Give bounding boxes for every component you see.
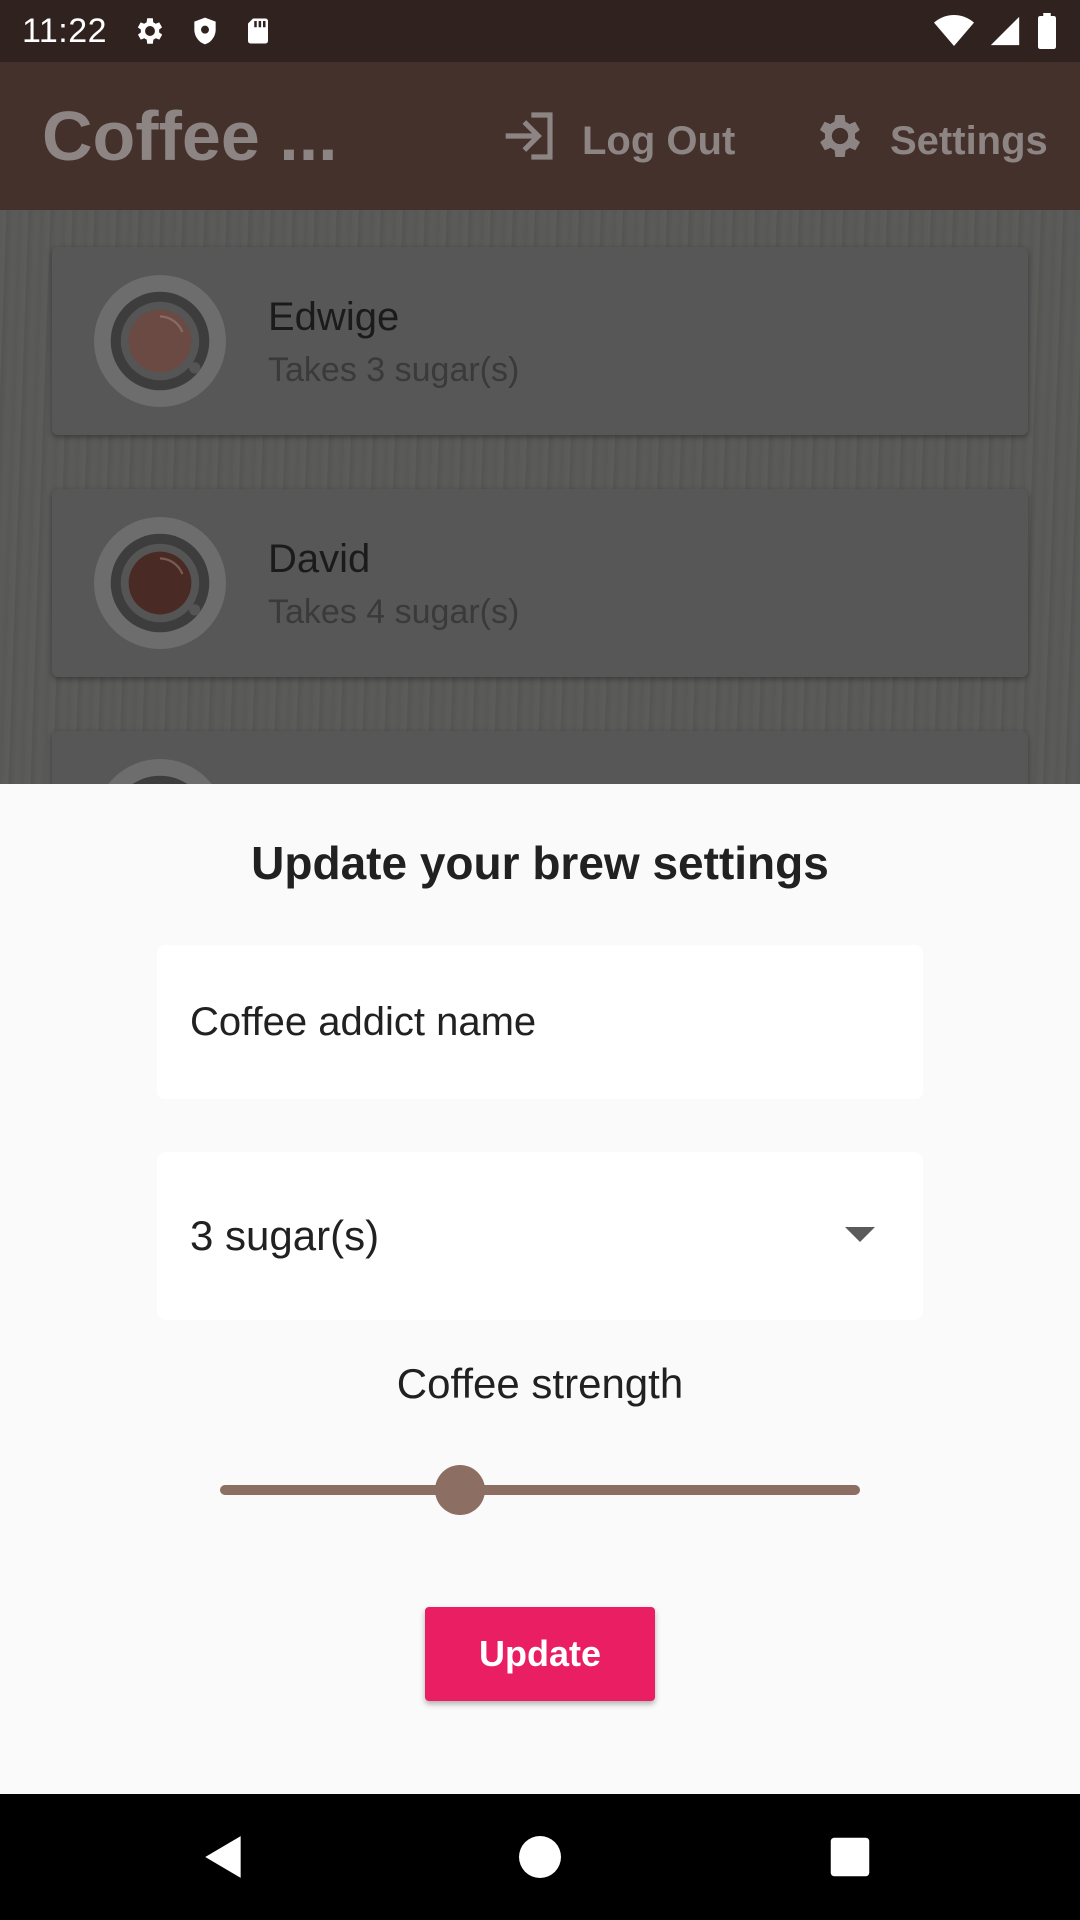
navigation-bar xyxy=(0,1794,1080,1920)
settings-gear-icon xyxy=(812,108,890,174)
home-button[interactable] xyxy=(509,1826,571,1888)
coffee-cup-avatar xyxy=(94,517,226,649)
coffee-fill xyxy=(128,309,192,373)
settings-bottom-sheet: Update your brew settings 3 sugar(s) Cof… xyxy=(0,784,1080,1794)
settings-label: Settings xyxy=(890,118,1048,163)
logout-label: Log Out xyxy=(582,118,736,163)
login-arrow-icon xyxy=(498,108,582,174)
sd-card-icon xyxy=(243,14,273,48)
coffee-cup-avatar xyxy=(94,275,226,407)
coffee-fill xyxy=(128,551,192,615)
logout-button[interactable]: Log Out xyxy=(498,108,735,174)
back-button[interactable] xyxy=(193,1826,255,1888)
brew-sugar: Takes 4 sugar(s) xyxy=(268,593,520,631)
brew-card[interactable] xyxy=(52,731,1028,784)
brew-sugar: Takes 3 sugar(s) xyxy=(268,351,520,389)
sheet-title: Update your brew settings xyxy=(251,837,829,889)
home-circle-icon xyxy=(519,1836,561,1878)
brew-name: Edwige xyxy=(268,295,400,339)
recents-square-icon xyxy=(830,1837,870,1877)
slider-thumb[interactable] xyxy=(435,1465,485,1515)
brew-list: Edwige Takes 3 sugar(s) David Takes 4 su… xyxy=(0,210,1080,784)
app-bar: Coffee ... Log Out Settings xyxy=(0,62,1080,210)
wifi-icon xyxy=(934,14,974,48)
brew-card[interactable]: Edwige Takes 3 sugar(s) xyxy=(52,247,1028,435)
brew-card[interactable]: David Takes 4 sugar(s) xyxy=(52,489,1028,677)
brew-name: David xyxy=(268,537,371,581)
strength-slider[interactable] xyxy=(220,1460,860,1520)
app-title: Coffee ... xyxy=(42,97,338,175)
name-field[interactable] xyxy=(157,945,923,1099)
settings-button[interactable]: Settings xyxy=(812,108,1048,174)
slider-track[interactable] xyxy=(220,1485,860,1495)
strength-label: Coffee strength xyxy=(396,1360,684,1407)
dropdown-arrow-icon xyxy=(845,1227,875,1242)
status-bar: 11:22 xyxy=(0,0,1080,62)
coffee-cup-avatar xyxy=(94,759,226,784)
sugar-selected-value: 3 sugar(s) xyxy=(190,1212,380,1259)
recents-button[interactable] xyxy=(819,1826,881,1888)
update-button[interactable]: Update xyxy=(425,1607,655,1701)
signal-icon xyxy=(988,14,1022,48)
name-input[interactable] xyxy=(157,945,923,1099)
gear-icon xyxy=(133,14,167,48)
battery-icon xyxy=(1036,13,1058,49)
shield-icon xyxy=(189,14,221,48)
sugar-dropdown[interactable]: 3 sugar(s) xyxy=(157,1152,923,1320)
status-time: 11:22 xyxy=(22,11,108,50)
back-triangle-icon xyxy=(205,1836,241,1878)
